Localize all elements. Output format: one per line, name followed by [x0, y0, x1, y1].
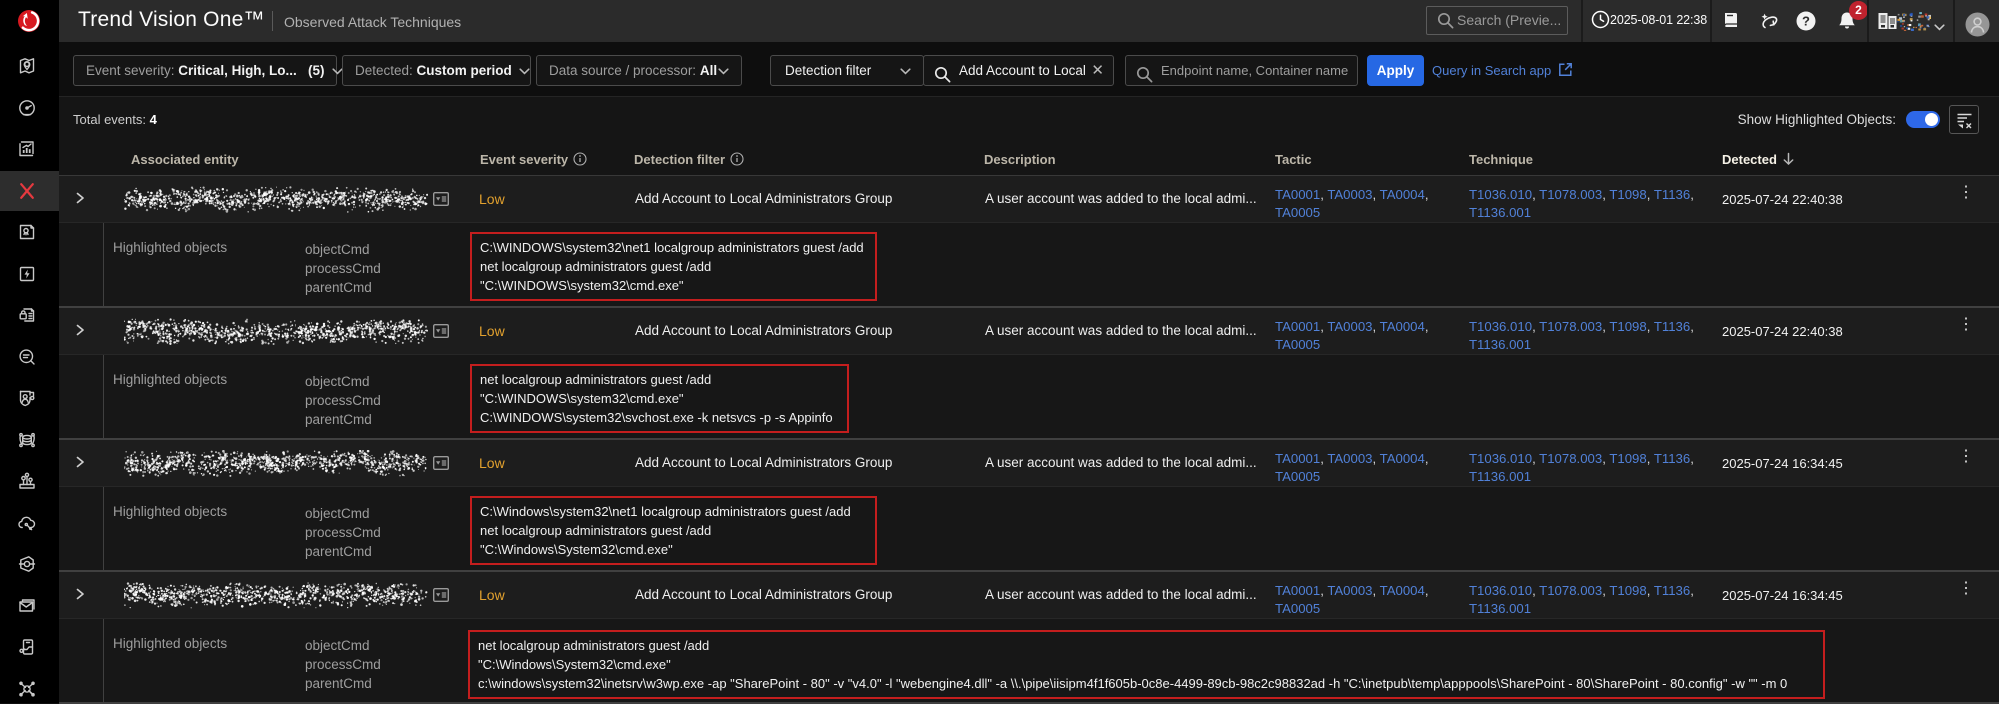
svg-text:?: ?	[1802, 13, 1810, 28]
